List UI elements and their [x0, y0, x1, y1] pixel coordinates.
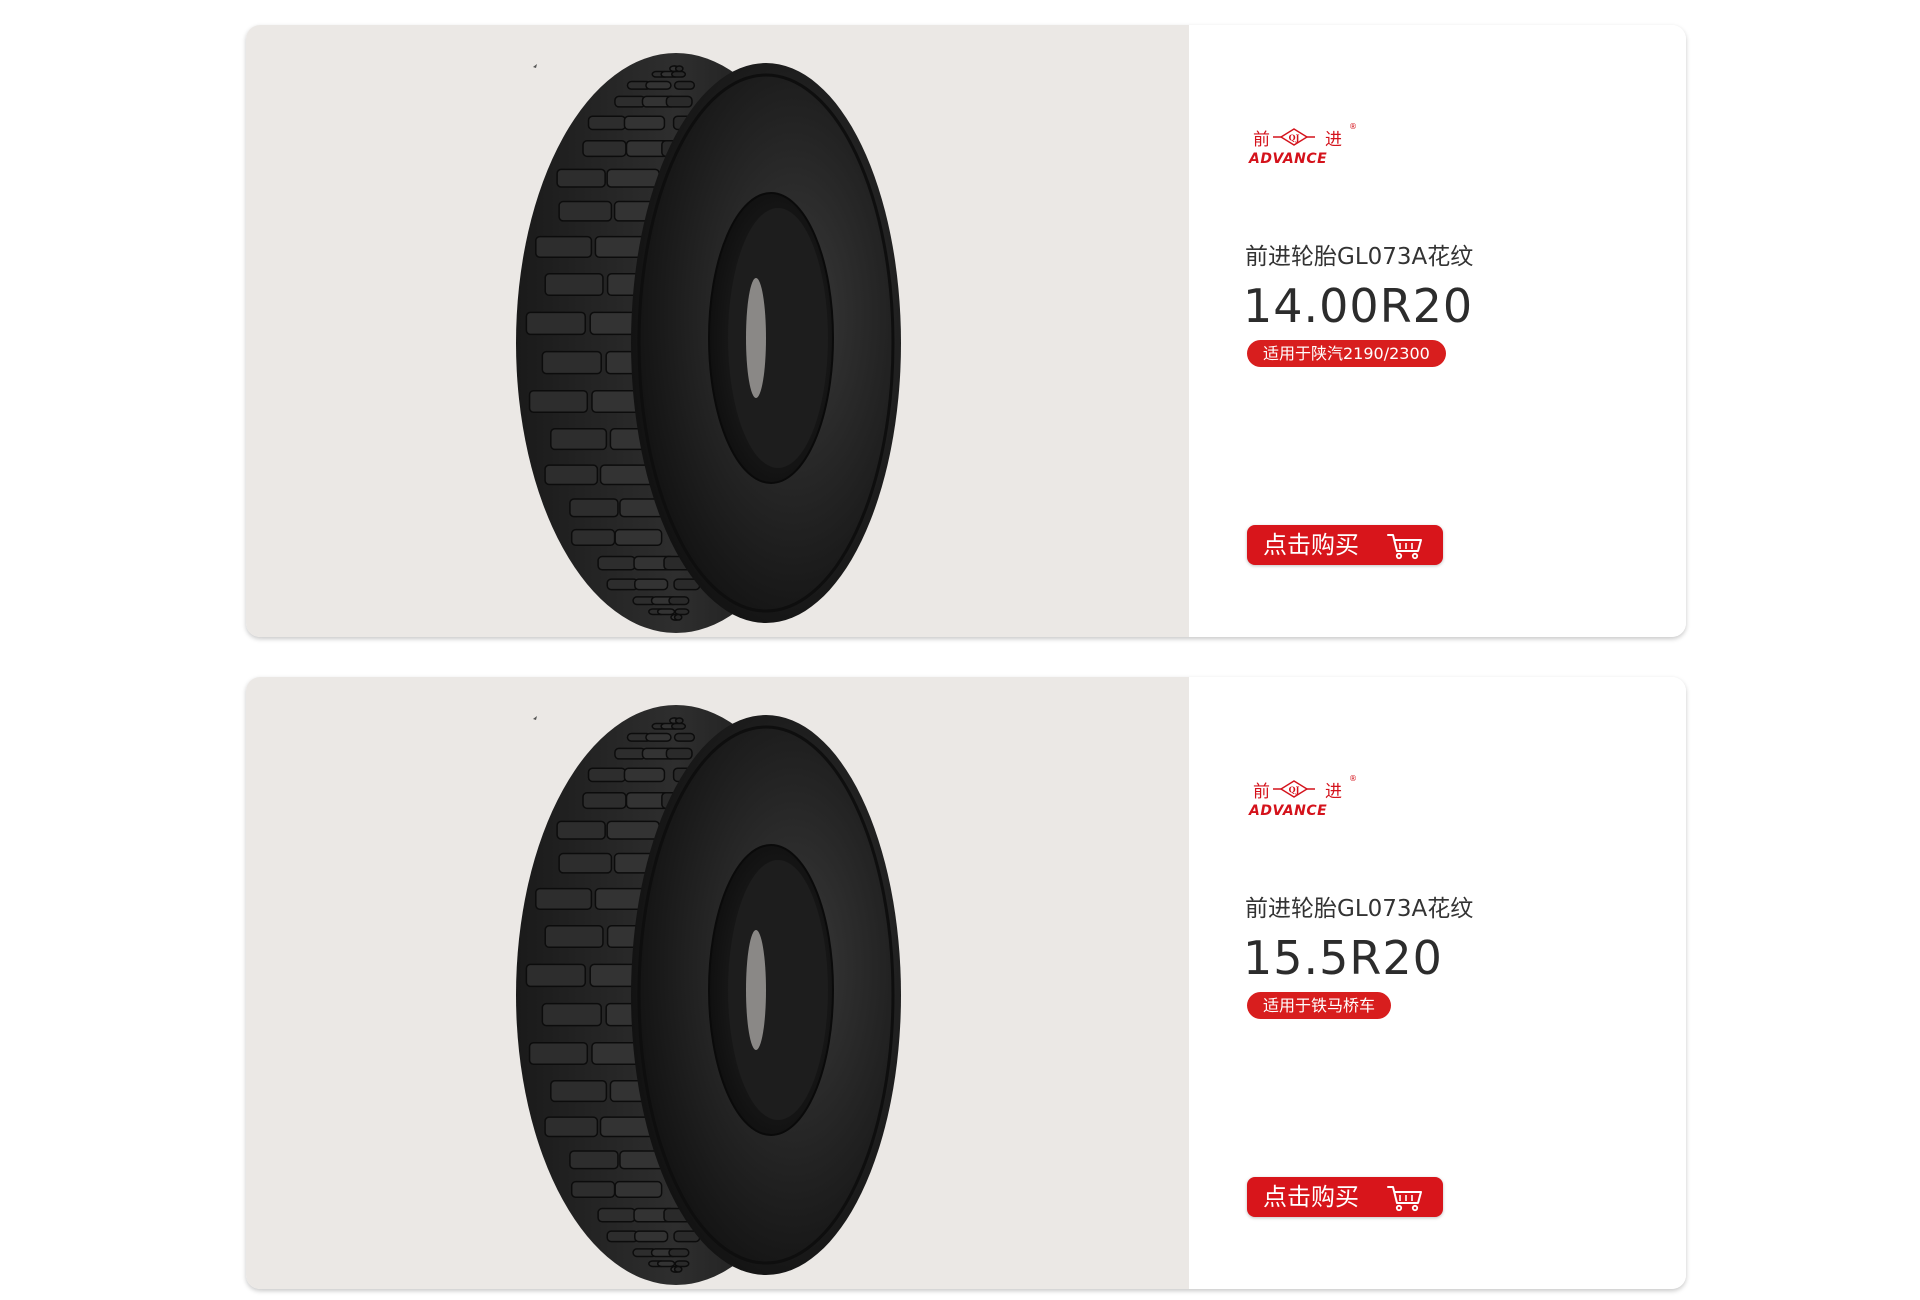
brand-mark: QJ	[1289, 785, 1300, 795]
registered-icon: ®	[1349, 774, 1357, 783]
product-image-panel[interactable]	[246, 25, 1189, 637]
brand-mark: QJ	[1289, 133, 1300, 143]
brand-char-2: 进	[1325, 782, 1342, 802]
product-size: 14.00R20	[1243, 279, 1474, 333]
product-info: 前 进 QJ ® ADVANCE 前进轮胎GL073A花纹 15.5R20 适用…	[1189, 677, 1686, 1289]
product-card: 前 进 QJ ® ADVANCE 前进轮胎GL073A花纹 15.5R20 适用…	[246, 677, 1686, 1289]
shopping-cart-icon	[1387, 1186, 1422, 1212]
tire-image	[516, 705, 901, 1285]
registered-icon: ®	[1349, 122, 1357, 131]
product-card: 前 进 QJ ® ADVANCE 前进轮胎GL073A花纹 14.00R20 适…	[246, 25, 1686, 637]
buy-button-label: 点击购买	[1263, 531, 1359, 559]
brand-logo-en: ADVANCE	[1249, 803, 1328, 819]
product-list: 前 进 QJ ® ADVANCE 前进轮胎GL073A花纹 14.00R20 适…	[0, 0, 1920, 1300]
fitment-badge: 适用于陕汽2190/2300	[1247, 340, 1446, 367]
brand-char-1: 前	[1253, 130, 1270, 150]
buy-button[interactable]: 点击购买	[1247, 1177, 1443, 1217]
brand-logo-en: ADVANCE	[1249, 151, 1328, 167]
brand-char-2: 进	[1325, 130, 1342, 150]
fitment-badge: 适用于铁马桥车	[1247, 992, 1392, 1019]
brand-logo: 前 进 QJ ® ADVANCE	[1249, 122, 1369, 175]
brand-char-1: 前	[1253, 782, 1270, 802]
tire-image	[516, 53, 901, 633]
product-size: 15.5R20	[1243, 931, 1443, 985]
brand-emblem-icon: QJ	[1273, 128, 1315, 146]
brand-logo: 前 进 QJ ® ADVANCE	[1249, 774, 1369, 827]
product-info: 前 进 QJ ® ADVANCE 前进轮胎GL073A花纹 14.00R20 适…	[1189, 25, 1686, 637]
shopping-cart-icon	[1387, 534, 1422, 560]
buy-button-label: 点击购买	[1263, 1183, 1359, 1211]
product-title: 前进轮胎GL073A花纹	[1245, 896, 1474, 922]
buy-button[interactable]: 点击购买	[1247, 525, 1443, 565]
brand-emblem-icon: QJ	[1273, 780, 1315, 798]
product-title: 前进轮胎GL073A花纹	[1245, 244, 1474, 270]
product-image-panel[interactable]	[246, 677, 1189, 1289]
